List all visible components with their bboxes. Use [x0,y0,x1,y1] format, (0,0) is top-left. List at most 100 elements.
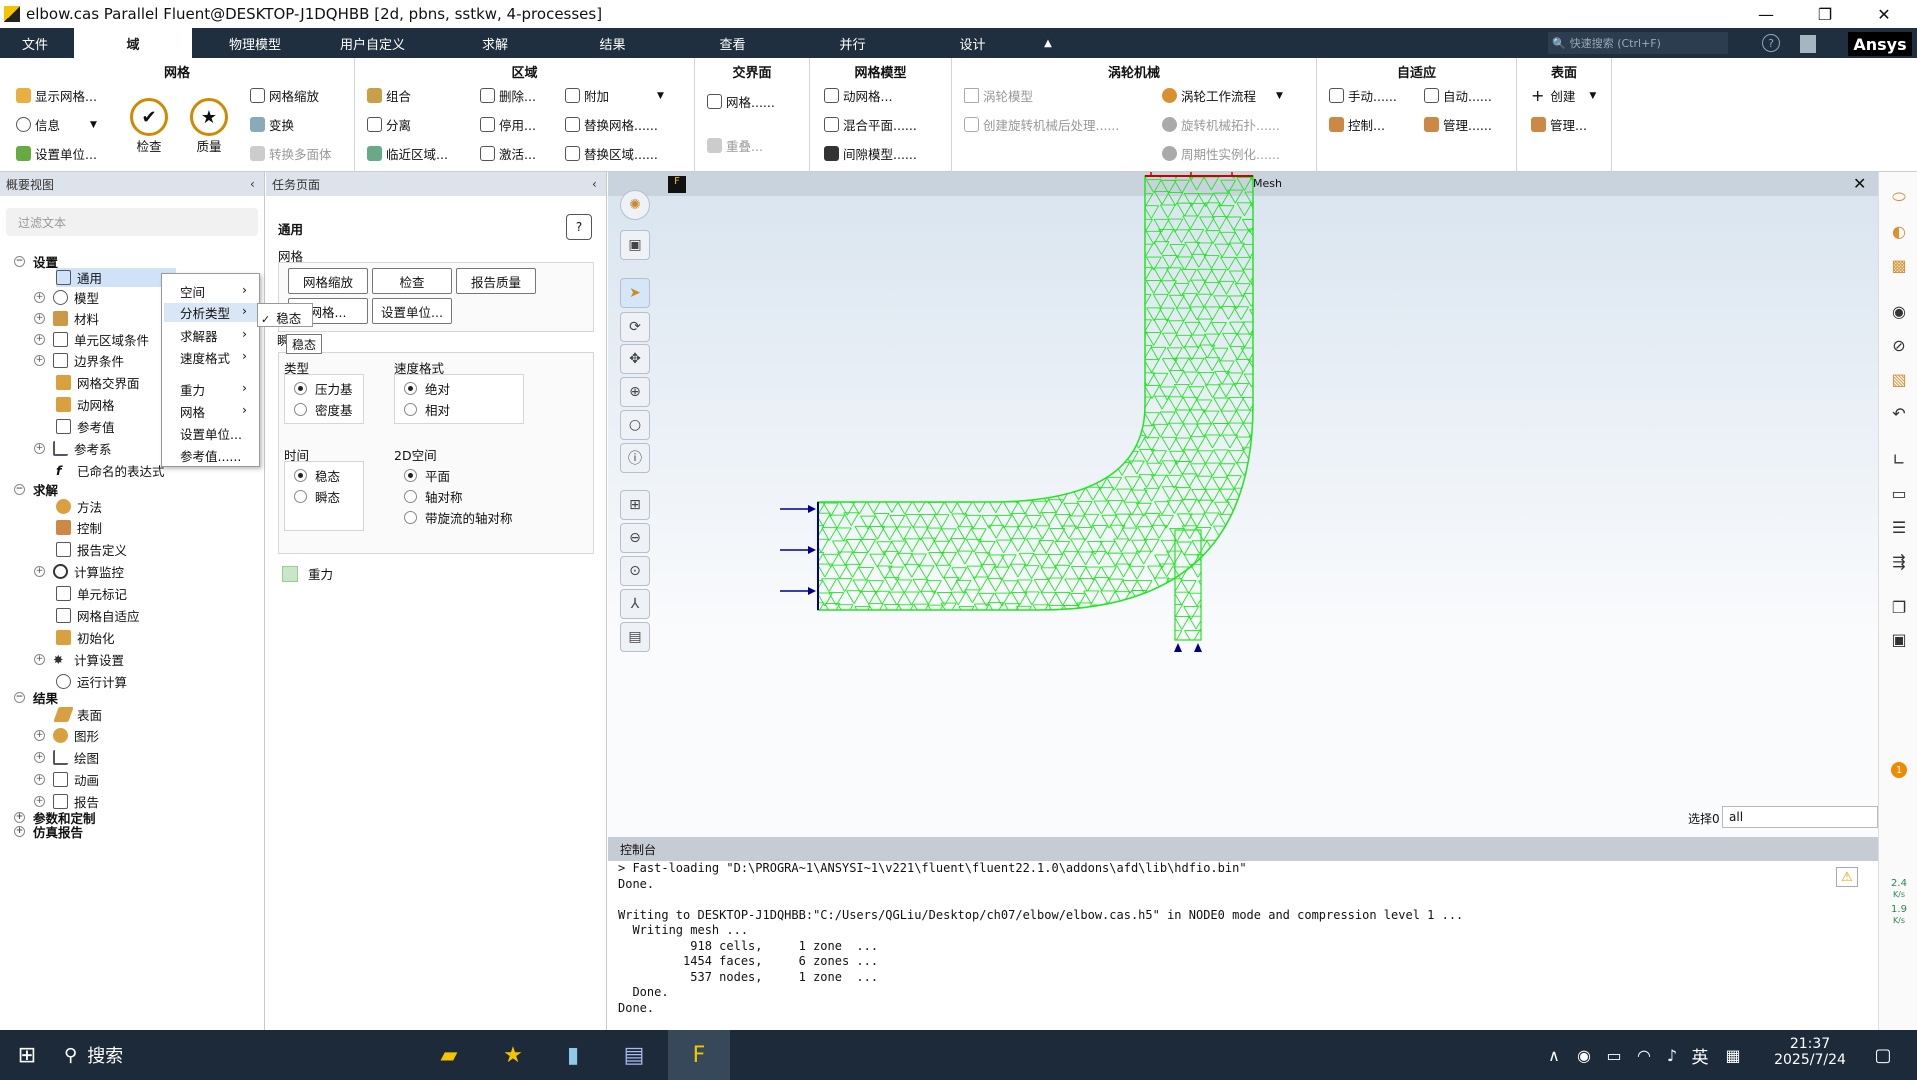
pointer-icon[interactable]: ➤ [620,278,650,308]
restore-button[interactable]: ❐ [1797,0,1853,28]
ruler-icon[interactable]: ▭ [1884,478,1914,508]
tree-cell-zones[interactable]: + 单元区域条件 [34,330,149,349]
view-iso-icon[interactable]: ◐ [1884,216,1914,246]
radio-pressure-based[interactable]: 压力基 [294,379,353,398]
adapt-manage-button[interactable]: 管理...... [1424,115,1492,134]
radio-axisymmetric[interactable]: 轴对称 [404,487,463,506]
quick-search-input[interactable]: 🔍 快速搜索 (Ctrl+F) [1548,32,1728,54]
adapt-controls-button[interactable]: 控制... [1329,115,1385,134]
interface-mesh-button[interactable]: 网格...... [707,92,775,111]
separate-button[interactable]: 分离 [367,115,411,134]
notes-icon[interactable] [1800,35,1816,53]
tree-methods[interactable]: 方法 [56,497,102,516]
file-explorer-icon[interactable]: ▰ [432,1038,466,1072]
menu-set-units[interactable]: 设置单位... [180,424,242,443]
radio-steady[interactable]: 稳态 [294,466,340,485]
lock-icon[interactable]: ▤ [620,622,650,652]
tree-named-expressions[interactable]: f 已命名的表达式 [56,461,165,480]
tree-mesh-interfaces[interactable]: 网格交界面 [56,373,140,392]
dynamic-mesh-button[interactable]: 动网格... [824,86,892,105]
scale-button[interactable]: 网格缩放 [288,268,368,294]
gap-model-button[interactable]: 间隙模型...... [824,144,917,163]
windows-start-icon[interactable]: ⊞ [10,1038,44,1072]
mixing-plane-button[interactable]: 混合平面...... [824,115,917,134]
snapshot-icon[interactable]: ▣ [1884,624,1914,654]
activate-zone-button[interactable]: 激活... [480,144,536,163]
view-front-icon[interactable]: ⬭ [1884,182,1914,212]
tab-design[interactable]: 设计 [935,28,1010,58]
mesh-info-button[interactable]: 信息 ▼ [16,115,97,134]
tab-domain[interactable]: 域 [74,28,192,58]
gravity-checkbox[interactable]: 重力 [282,564,333,583]
app-star-icon[interactable]: ★ [496,1038,530,1072]
radio-absolute[interactable]: 绝对 [404,379,450,398]
deactivate-zone-button[interactable]: 停用... [480,115,536,134]
manual-adapt-button[interactable]: 手动...... [1329,86,1397,105]
notes-display-icon[interactable]: ☰ [1884,512,1914,542]
tree-boundary[interactable]: + 边界条件 [34,351,124,370]
tree-initialization[interactable]: 初始化 [56,628,115,647]
tree-mesh-adaption[interactable]: 网格自适应 [56,606,140,625]
auto-adapt-button[interactable]: 自动...... [1424,86,1492,105]
tab-solution[interactable]: 求解 [455,28,535,58]
tree-calc-activities[interactable]: + ✸ 计算设置 [34,650,124,669]
menu-reference-values[interactable]: 参考值...... [180,446,241,465]
turbo-topology-button[interactable]: 旋转机械拓扑...... [1162,115,1280,134]
layers-icon[interactable]: ▧ [1884,364,1914,394]
periodic-instancing-button[interactable]: 周期性实例化...... [1162,144,1280,163]
units-button[interactable]: 设置单位... [372,298,452,324]
convert-polyhedra-button[interactable]: 转换多面体 [250,144,332,163]
notifications-icon[interactable]: ▢ [1866,1038,1900,1072]
tab-results[interactable]: 结果 [575,28,650,58]
tree-animations[interactable]: + 动画 [34,770,99,789]
tree-cell-registers[interactable]: 单元标记 [56,584,127,603]
menu-velocity-formulation[interactable]: 速度格式 › [180,348,247,367]
report-quality-button[interactable]: 报告质量 [456,268,536,294]
zoom-out-icon[interactable]: ⊖ [620,523,650,553]
delete-zone-button[interactable]: 删除... [480,86,536,105]
warning-icon[interactable]: ⚠ [1836,867,1858,887]
rotate-icon[interactable]: ⟳ [620,312,650,342]
tab-physics[interactable]: 物理模型 [210,28,300,58]
help-icon[interactable]: ? [1762,34,1780,52]
replace-zone-button[interactable]: 替换区域...... [565,144,658,163]
keyboard-icon[interactable]: ▦ [1716,1038,1750,1072]
view-side-icon[interactable]: ▩ [1884,250,1914,280]
show-mesh-button[interactable]: 显示网格... [16,86,97,105]
menu-analysis-type[interactable]: 分析类型 › [164,303,257,322]
tray-record-icon[interactable]: ◉ [1567,1038,1601,1072]
tree-dynamic-mesh[interactable]: 动网格 [56,395,115,414]
minimize-button[interactable]: — [1738,0,1794,28]
clock[interactable]: 21:37 2025/7/24 [1770,1036,1850,1068]
set-units-button[interactable]: 设置单位... [16,144,97,163]
axis-icon[interactable]: ⅄ [620,589,650,619]
menu-gravity[interactable]: 重力 › [180,380,247,399]
battery-icon[interactable]: ▭ [1597,1038,1631,1072]
tree-controls[interactable]: 控制 [56,518,102,537]
copy-icon[interactable]: ❐ [1884,592,1914,622]
filter-input[interactable]: 过滤文本 [6,208,258,236]
fit-view-icon[interactable]: ✺ [620,190,650,220]
help-icon[interactable]: ? [566,214,592,240]
transform-button[interactable]: 变换 [250,115,294,134]
taskbar-search[interactable]: ⚲ 搜索 [64,1038,184,1072]
tree-monitors[interactable]: + 计算监控 [34,562,124,581]
mesh-quality-button[interactable]: ★ 质量 [190,98,228,155]
collapse-pane-icon[interactable]: ‹ [250,177,255,191]
replace-mesh-button[interactable]: 替换网格...... [565,115,658,134]
tab-parallel[interactable]: 并行 [815,28,890,58]
create-turbo-post-button[interactable]: 创建旋转机械后处理...... [964,115,1119,134]
turbo-model-checkbox[interactable]: 涡轮模型 [964,86,1033,105]
combine-button[interactable]: 组合 [367,86,411,105]
menu-solver[interactable]: 求解器 › [180,326,247,345]
turbo-workflow-button[interactable]: 涡轮工作流程 ▼ [1162,86,1283,105]
undo-view-icon[interactable]: ↶ [1884,398,1914,428]
append-button[interactable]: 附加 ▼ [565,86,664,105]
scale-mesh-button[interactable]: 网格缩放 [250,86,319,105]
collapse-task-icon[interactable]: ‹ [592,177,597,191]
hide-icon[interactable]: ⊘ [1884,330,1914,360]
tray-chevron-icon[interactable]: ∧ [1537,1038,1571,1072]
notification-badge[interactable]: 1 [1891,762,1907,778]
tree-solution[interactable]: − 求解 [14,480,58,499]
close-window-button[interactable]: ✕ [1856,0,1912,28]
